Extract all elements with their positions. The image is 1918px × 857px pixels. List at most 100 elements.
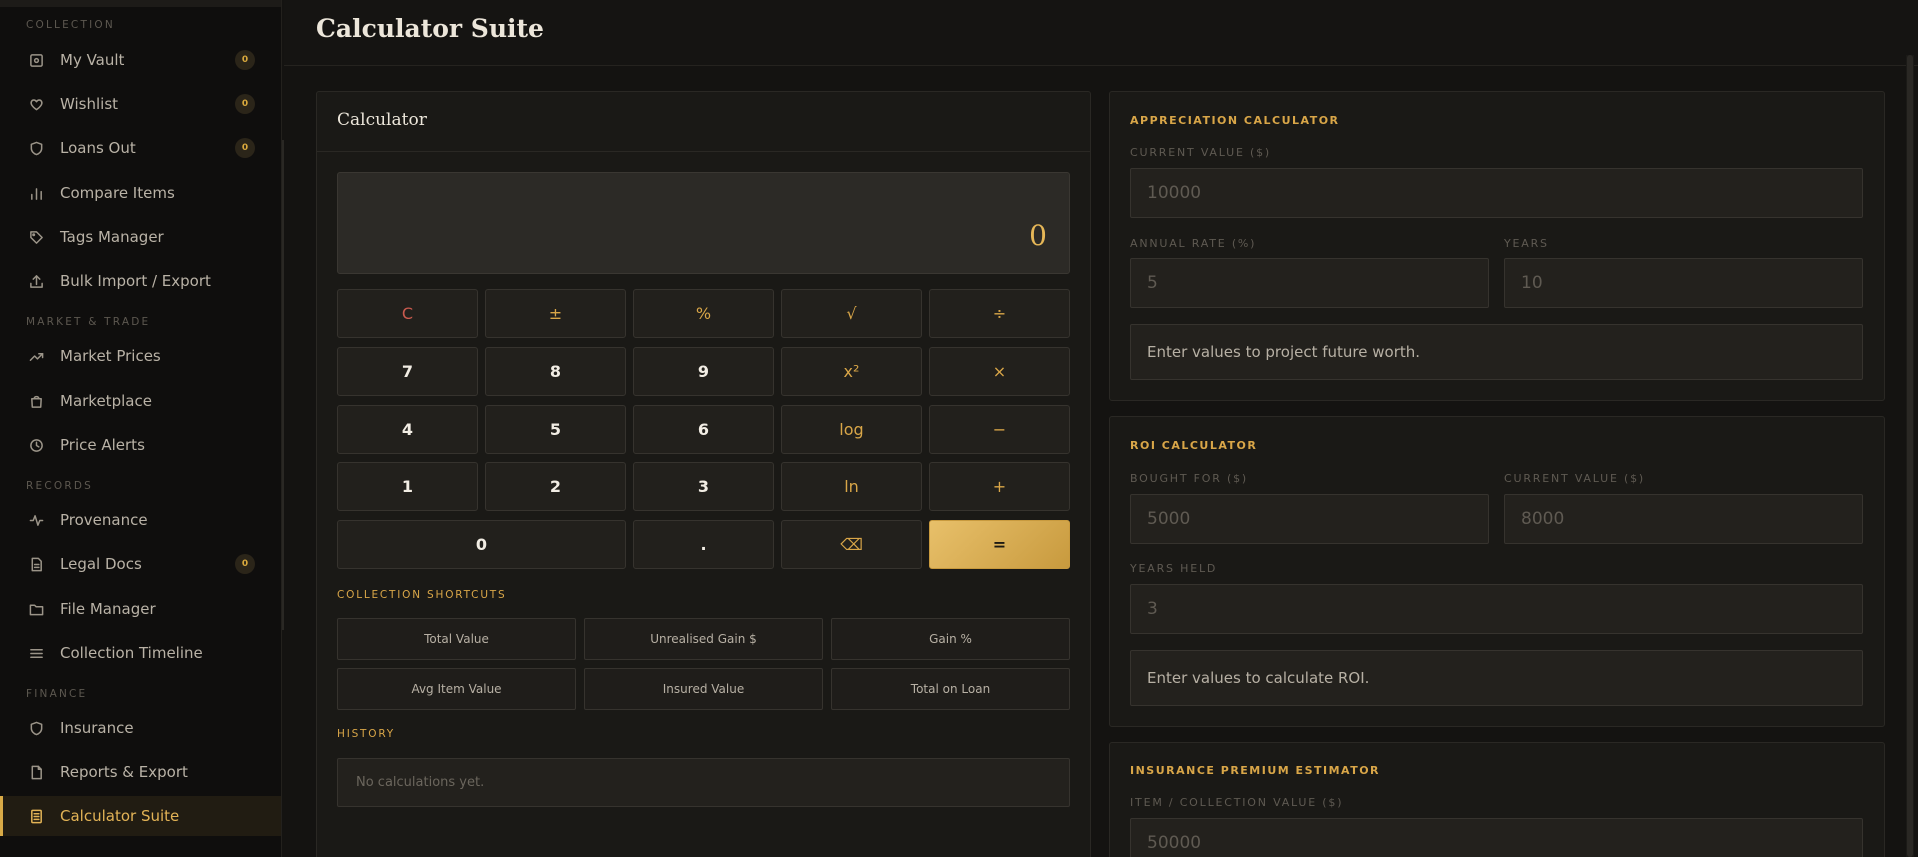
sidebar-item-insurance[interactable]: Insurance	[0, 708, 281, 748]
shortcut-gain-percent[interactable]: Gain %	[831, 618, 1070, 660]
sqrt-button[interactable]: √	[781, 289, 922, 338]
sidebar-item-label: Compare Items	[60, 184, 175, 202]
digit-7-button[interactable]: 7	[337, 347, 478, 396]
roi-current-value-input[interactable]: 8000	[1504, 494, 1863, 544]
section-label-finance: FINANCE	[26, 688, 88, 700]
sidebar: COLLECTION My Vault 0 Wishlist 0 Loans O…	[0, 0, 282, 857]
sidebar-item-label: Calculator Suite	[60, 807, 180, 825]
ln-button[interactable]: ln	[781, 462, 922, 511]
count-badge: 0	[235, 554, 255, 574]
tag-icon	[26, 227, 46, 247]
sidebar-item-label: Bulk Import / Export	[60, 272, 211, 290]
bar-chart-icon	[26, 183, 46, 203]
sidebar-top-strip	[0, 0, 281, 7]
count-badge: 0	[235, 94, 255, 114]
sidebar-scrollbar[interactable]	[282, 140, 284, 630]
sidebar-item-market-prices[interactable]: Market Prices	[0, 336, 281, 376]
shortcut-insured-value[interactable]: Insured Value	[584, 668, 823, 710]
digit-9-button[interactable]: 9	[633, 347, 774, 396]
digit-4-button[interactable]: 4	[337, 405, 478, 454]
log-button[interactable]: log	[781, 405, 922, 454]
item-value-input[interactable]: 50000	[1130, 818, 1863, 857]
appreciation-title: APPRECIATION CALCULATOR	[1130, 114, 1340, 127]
section-label-market: MARKET & TRADE	[26, 316, 151, 328]
current-value-input[interactable]: 10000	[1130, 168, 1863, 218]
sidebar-item-loans-out[interactable]: Loans Out 0	[0, 128, 281, 168]
sidebar-item-label: My Vault	[60, 51, 125, 69]
sidebar-item-calculator-suite[interactable]: Calculator Suite	[0, 796, 281, 836]
annual-rate-label: ANNUAL RATE (%)	[1130, 237, 1257, 250]
roi-current-value-label: CURRENT VALUE ($)	[1504, 472, 1646, 485]
display-value: 0	[1029, 219, 1047, 252]
sidebar-item-collection-timeline[interactable]: Collection Timeline	[0, 633, 281, 673]
digit-3-button[interactable]: 3	[633, 462, 774, 511]
sidebar-item-label: File Manager	[60, 600, 156, 618]
years-held-input[interactable]: 3	[1130, 584, 1863, 634]
sidebar-item-my-vault[interactable]: My Vault 0	[0, 40, 281, 80]
sidebar-item-reports-export[interactable]: Reports & Export	[0, 752, 281, 792]
digit-1-button[interactable]: 1	[337, 462, 478, 511]
digit-8-button[interactable]: 8	[485, 347, 626, 396]
main-scrollbar[interactable]	[1906, 55, 1914, 857]
shortcut-total-on-loan[interactable]: Total on Loan	[831, 668, 1070, 710]
sidebar-item-price-alerts[interactable]: Price Alerts	[0, 425, 281, 465]
sidebar-item-label: Insurance	[60, 719, 134, 737]
divide-button[interactable]: ÷	[929, 289, 1070, 338]
sidebar-item-label: Tags Manager	[60, 228, 164, 246]
years-input[interactable]: 10	[1504, 258, 1863, 308]
digit-0-button[interactable]: 0	[337, 520, 626, 569]
current-value-label: CURRENT VALUE ($)	[1130, 146, 1272, 159]
trend-up-icon	[26, 346, 46, 366]
insurance-estimator-card: INSURANCE PREMIUM ESTIMATOR ITEM / COLLE…	[1109, 742, 1885, 857]
backspace-button[interactable]: ⌫	[781, 520, 922, 569]
sidebar-item-wishlist[interactable]: Wishlist 0	[0, 84, 281, 124]
shortcut-total-value[interactable]: Total Value	[337, 618, 576, 660]
shortcut-unrealised-gain[interactable]: Unrealised Gain $	[584, 618, 823, 660]
calculator-card: Calculator 0 C ± % √ ÷ 7 8 9 x² × 4 5 6 …	[316, 91, 1091, 857]
sidebar-item-label: Price Alerts	[60, 436, 145, 454]
years-held-label: YEARS HELD	[1130, 562, 1218, 575]
clear-button[interactable]: C	[337, 289, 478, 338]
bought-for-input[interactable]: 5000	[1130, 494, 1489, 544]
history-empty-text: No calculations yet.	[356, 775, 485, 790]
section-label-records: RECORDS	[26, 480, 93, 492]
roi-title: ROI CALCULATOR	[1130, 439, 1258, 452]
sidebar-item-bulk-import-export[interactable]: Bulk Import / Export	[0, 261, 281, 301]
sidebar-item-file-manager[interactable]: File Manager	[0, 589, 281, 629]
annual-rate-input[interactable]: 5	[1130, 258, 1489, 308]
heart-icon	[26, 94, 46, 114]
shield-icon	[26, 138, 46, 158]
equals-button[interactable]: =	[929, 520, 1070, 569]
roi-result: Enter values to calculate ROI.	[1130, 650, 1863, 706]
sidebar-item-label: Market Prices	[60, 347, 161, 365]
decimal-button[interactable]: .	[633, 520, 774, 569]
digit-6-button[interactable]: 6	[633, 405, 774, 454]
sidebar-item-provenance[interactable]: Provenance	[0, 500, 281, 540]
activity-icon	[26, 510, 46, 530]
history-label: HISTORY	[337, 728, 395, 740]
sidebar-item-tags-manager[interactable]: Tags Manager	[0, 217, 281, 257]
multiply-button[interactable]: ×	[929, 347, 1070, 396]
appreciation-result: Enter values to project future worth.	[1130, 324, 1863, 380]
sidebar-item-label: Provenance	[60, 511, 148, 529]
sidebar-item-marketplace[interactable]: Marketplace	[0, 381, 281, 421]
count-badge: 0	[235, 50, 255, 70]
shortcuts-label: COLLECTION SHORTCUTS	[337, 589, 507, 601]
digit-2-button[interactable]: 2	[485, 462, 626, 511]
sidebar-item-label: Legal Docs	[60, 555, 142, 573]
sidebar-item-legal-docs[interactable]: Legal Docs 0	[0, 544, 281, 584]
add-button[interactable]: +	[929, 462, 1070, 511]
sidebar-item-compare-items[interactable]: Compare Items	[0, 173, 281, 213]
calculator-title: Calculator	[337, 110, 427, 130]
square-button[interactable]: x²	[781, 347, 922, 396]
digit-5-button[interactable]: 5	[485, 405, 626, 454]
appreciation-calculator-card: APPRECIATION CALCULATOR CURRENT VALUE ($…	[1109, 91, 1885, 401]
insurance-title: INSURANCE PREMIUM ESTIMATOR	[1130, 764, 1381, 777]
folder-icon	[26, 599, 46, 619]
shortcut-avg-item-value[interactable]: Avg Item Value	[337, 668, 576, 710]
subtract-button[interactable]: −	[929, 405, 1070, 454]
scrollbar-thumb[interactable]	[1907, 55, 1913, 857]
percent-button[interactable]: %	[633, 289, 774, 338]
sign-toggle-button[interactable]: ±	[485, 289, 626, 338]
years-label: YEARS	[1504, 237, 1549, 250]
